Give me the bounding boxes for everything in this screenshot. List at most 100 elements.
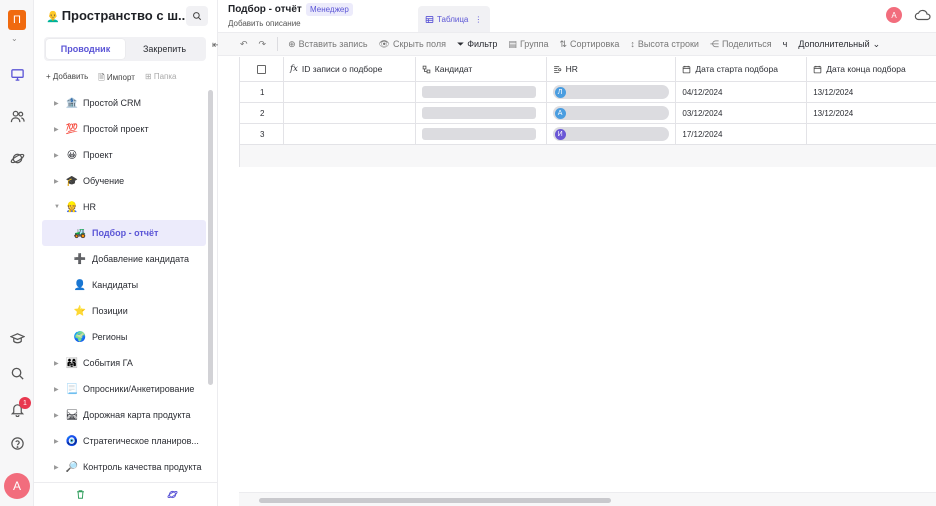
candidate-cell[interactable] [416, 103, 547, 123]
share-icon: ⋲ [709, 38, 719, 49]
column-header-id[interactable]: fx ID записи о подборе [284, 57, 416, 81]
help-icon[interactable] [7, 433, 27, 453]
table-row[interactable]: 2 А 03/12/2024 13/12/2024 [240, 103, 936, 124]
folder-button[interactable]: ⊞ Папка [145, 72, 177, 86]
sidebar-item-roadmap[interactable]: ▶ 🛤 Дорожная карта продукта [42, 402, 206, 428]
page-title[interactable]: Подбор - отчёт [228, 4, 302, 15]
sidebar-item-surveys[interactable]: ▶ 📃 Опросники/Анкетирование [42, 376, 206, 402]
plus-circle-icon: ⊕ [288, 38, 296, 49]
space-emoji-icon: 👨‍🦲 [46, 11, 60, 23]
user-avatar[interactable]: А [4, 473, 30, 499]
sidebar-item-candidates[interactable]: 👤 Кандидаты [42, 272, 206, 298]
candidate-cell[interactable] [416, 124, 547, 144]
start-date-cell[interactable]: 04/12/2024 [676, 82, 808, 102]
sidebar-item-strategic-planning[interactable]: ▶ 🧿 Стратегическое планиров... [42, 428, 206, 454]
group-button[interactable]: ▤ Группа [508, 39, 548, 50]
insert-record-button[interactable]: ⊕ Вставить запись [288, 39, 367, 50]
id-cell[interactable] [284, 82, 416, 102]
column-header-candidate[interactable]: Кандидат [416, 57, 547, 81]
candidate-placeholder [421, 128, 536, 140]
tab-pinned[interactable]: Закрепить [125, 39, 204, 59]
workspace-logo[interactable]: П [8, 10, 26, 30]
add-description-link[interactable]: Добавить описание [228, 19, 301, 28]
lookup-field-icon [553, 65, 561, 73]
sidebar-search-button[interactable] [186, 6, 208, 26]
search-icon[interactable] [7, 363, 27, 383]
column-header-hr[interactable]: HR [547, 57, 677, 81]
sidebar: 👨‍🦲 Пространство с ш... Проводник Закрепи… [34, 0, 220, 506]
hr-avatar: Л [554, 86, 566, 98]
sidebar-tabs: Проводник Закрепить [44, 37, 206, 61]
trash-icon[interactable] [34, 483, 126, 506]
more-button[interactable]: Дополнительный ⌄ [798, 39, 880, 50]
toolbar: ↶ ↷ ⊕ Вставить запись 👁 Скрыть поля ⏷ Фильт… [218, 32, 936, 56]
end-date-cell[interactable] [807, 124, 936, 144]
hide-fields-button[interactable]: 👁 Скрыть поля [379, 39, 446, 50]
sort-icon: ⇅ [559, 38, 568, 49]
more-vertical-icon[interactable]: ⋮ [474, 15, 482, 24]
education-icon[interactable] [7, 328, 27, 348]
chevron-down-icon[interactable]: ⌄ [11, 34, 18, 43]
sort-button[interactable]: ⇅ Сортировка [559, 39, 619, 50]
sidebar-item-positions[interactable]: ⭐ Позиции [42, 298, 206, 324]
column-header-start-date[interactable]: Дата старта подбора [676, 57, 808, 81]
import-button[interactable]: 🗎 Импорт [98, 72, 135, 86]
role-badge: Менеджер [306, 3, 353, 16]
tab-explorer[interactable]: Проводник [46, 39, 125, 59]
calendar-icon [683, 65, 691, 73]
column-header-end-date[interactable]: Дата конца подбора [807, 57, 936, 81]
sidebar-scrollbar[interactable] [208, 90, 213, 385]
sidebar-item-regions[interactable]: 🌍 Регионы [42, 324, 206, 350]
table-header-row: fx ID записи о подборе Кандидат HR Дата … [240, 57, 936, 82]
start-date-cell[interactable]: 03/12/2024 [676, 103, 808, 123]
left-rail: П ⌄ 1 А [0, 0, 34, 506]
sidebar-item-quality-control[interactable]: ▶ 🔎 Контроль качества продукта [42, 454, 206, 480]
end-date-cell[interactable]: 13/12/2024 [807, 103, 936, 123]
table-icon [425, 15, 434, 23]
redo-icon[interactable]: ↷ [259, 39, 267, 50]
horizontal-scroll-track [239, 492, 936, 506]
id-cell[interactable] [284, 103, 416, 123]
tab-table-view[interactable]: Таблица ⋮ [418, 6, 490, 32]
sidebar-item-hr[interactable]: ▼ 👷 HR [42, 194, 206, 220]
share-button[interactable]: ⋲ Поделиться [710, 39, 772, 50]
cloud-sync-icon[interactable] [914, 8, 932, 22]
main-area: Подбор - отчёт Менеджер Добавить описани… [218, 0, 936, 506]
hr-cell[interactable]: Л [547, 82, 677, 102]
row-number: 3 [240, 124, 284, 144]
hr-cell[interactable]: А [547, 103, 677, 123]
end-date-cell[interactable]: 13/12/2024 [807, 82, 936, 102]
candidate-cell[interactable] [416, 82, 547, 102]
group-icon: ▤ [508, 38, 517, 49]
sidebar-item-add-candidate[interactable]: ➕ Добавление кандидата [42, 246, 206, 272]
sidebar-item-simple-project[interactable]: ▶ 💯 Простой проект [42, 116, 206, 142]
sidebar-item-training[interactable]: ▶ 🎓 Обучение [42, 168, 206, 194]
workspace-icon[interactable] [7, 64, 27, 84]
space-title[interactable]: 👨‍🦲 Пространство с ш... [46, 8, 189, 23]
toolbar-extra[interactable]: ч [783, 39, 788, 49]
select-all-checkbox[interactable] [240, 57, 284, 81]
planet-icon[interactable] [126, 483, 218, 506]
table-row[interactable]: 1 Л 04/12/2024 13/12/2024 [240, 82, 936, 103]
hr-cell[interactable]: И [547, 124, 677, 144]
filter-button[interactable]: ⏷ Фильтр [457, 39, 497, 50]
sidebar-item-simple-crm[interactable]: ▶ 🏦 Простой CRM [42, 90, 206, 116]
sidebar-item-recruitment-report[interactable]: 🚜 Подбор - отчёт [42, 220, 206, 246]
row-number: 2 [240, 103, 284, 123]
sidebar-item-events[interactable]: ▶ 👨‍👩‍👧 События ГА [42, 350, 206, 376]
formula-icon: fx [289, 64, 298, 74]
row-height-button[interactable]: ↕ Высота строки [630, 39, 699, 49]
horizontal-scrollbar[interactable] [259, 498, 611, 503]
hr-avatar: А [554, 107, 566, 119]
table-row[interactable]: 3 И 17/12/2024 [240, 124, 936, 145]
undo-icon[interactable]: ↶ [240, 39, 248, 50]
start-date-cell[interactable]: 17/12/2024 [676, 124, 808, 144]
candidate-placeholder [421, 86, 536, 98]
planet-icon[interactable] [7, 148, 27, 168]
notification-badge: 1 [19, 397, 31, 409]
header-avatar[interactable]: А [886, 7, 902, 23]
sidebar-item-project[interactable]: ▶ 😀 Проект [42, 142, 206, 168]
id-cell[interactable] [284, 124, 416, 144]
users-icon[interactable] [7, 106, 27, 126]
add-button[interactable]: + Добавить [46, 72, 88, 86]
